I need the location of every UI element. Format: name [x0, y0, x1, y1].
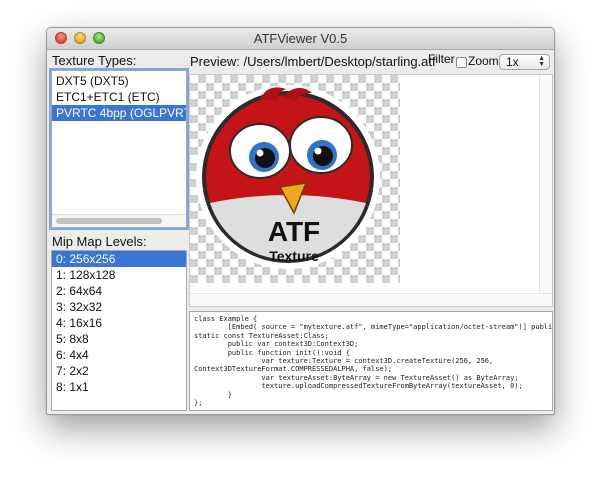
code-line: var textureAsset:ByteArray = new Texture…	[194, 373, 519, 382]
mip-map-levels-label: Mip Map Levels:	[52, 234, 147, 249]
window-title: ATFViewer V0.5	[253, 31, 348, 46]
image-text-texture: Texture	[269, 248, 319, 264]
code-line: }	[194, 390, 232, 399]
scrollbar-thumb[interactable]	[56, 218, 162, 224]
filter-label: Filter	[428, 52, 455, 66]
preview-vertical-scrollbar[interactable]	[539, 75, 552, 306]
zoom-label: Zoom	[468, 54, 499, 68]
zoom-select[interactable]: 1x ▲ ▼	[499, 54, 550, 70]
zoom-checkbox[interactable]	[456, 57, 467, 68]
code-line: public var context3D:Context3D;	[194, 340, 359, 349]
mip-level-item-selected[interactable]: 0: 256x256	[52, 251, 186, 267]
mip-map-levels-list[interactable]: 0: 256x256 1: 128x128 2: 64x64 3: 32x32 …	[51, 250, 187, 411]
code-line: Context3DTextureFormat.COMPRESSEDALPHA, …	[194, 365, 393, 374]
image-text-atf: ATF	[268, 216, 320, 247]
up-down-arrows-icon: ▲ ▼	[538, 55, 545, 68]
mip-level-item[interactable]: 2: 64x64	[52, 283, 186, 299]
zoom-select-value: 1x	[506, 55, 519, 69]
code-line: };	[194, 399, 203, 408]
mip-level-item[interactable]: 1: 128x128	[52, 267, 186, 283]
preview-toolbar: Preview: /Users/lmbert/Desktop/starling.…	[190, 52, 550, 70]
title-bar[interactable]: ATFViewer V0.5	[47, 28, 554, 50]
texture-image: ATF Texture	[196, 85, 380, 269]
texture-types-label: Texture Types:	[52, 53, 137, 68]
texture-type-item[interactable]: ETC1+ETC1 (ETC)	[52, 89, 186, 105]
mip-level-item[interactable]: 7: 2x2	[52, 363, 186, 379]
texture-type-item-selected[interactable]: PVRTC 4bpp (OGLPVRTC4)	[52, 105, 186, 121]
texture-preview-area[interactable]: ATF Texture	[189, 74, 553, 307]
mip-level-item[interactable]: 4: 16x16	[52, 315, 186, 331]
texture-types-list[interactable]: DXT5 (DXT5) ETC1+ETC1 (ETC) PVRTC 4bpp (…	[51, 70, 187, 228]
code-line: [Embed( source = "mytexture.atf", mimeTy…	[194, 323, 553, 332]
code-sample-textarea[interactable]: class Example { [Embed( source = "mytext…	[189, 311, 553, 411]
mip-level-item[interactable]: 3: 32x32	[52, 299, 186, 315]
code-line: class Example {	[194, 315, 258, 323]
code-line: var texture:Texture = context3D.createTe…	[194, 357, 494, 366]
mip-level-item[interactable]: 6: 4x4	[52, 347, 186, 363]
app-window: ATFViewer V0.5 Texture Types: DXT5 (DXT5…	[46, 27, 555, 415]
code-line: texture.uploadCompressedTextureFromByteA…	[194, 382, 523, 391]
preview-horizontal-scrollbar[interactable]	[190, 293, 552, 306]
code-line: static const TextureAsset:Class;	[194, 331, 329, 340]
texture-list-horizontal-scrollbar[interactable]	[52, 214, 186, 227]
texture-type-item[interactable]: DXT5 (DXT5)	[52, 73, 186, 89]
code-line: public function init():void {	[194, 348, 350, 357]
mip-level-item[interactable]: 8: 1x1	[52, 379, 186, 395]
mip-level-item[interactable]: 5: 8x8	[52, 331, 186, 347]
preview-path-label: Preview: /Users/lmbert/Desktop/starling.…	[190, 54, 436, 69]
